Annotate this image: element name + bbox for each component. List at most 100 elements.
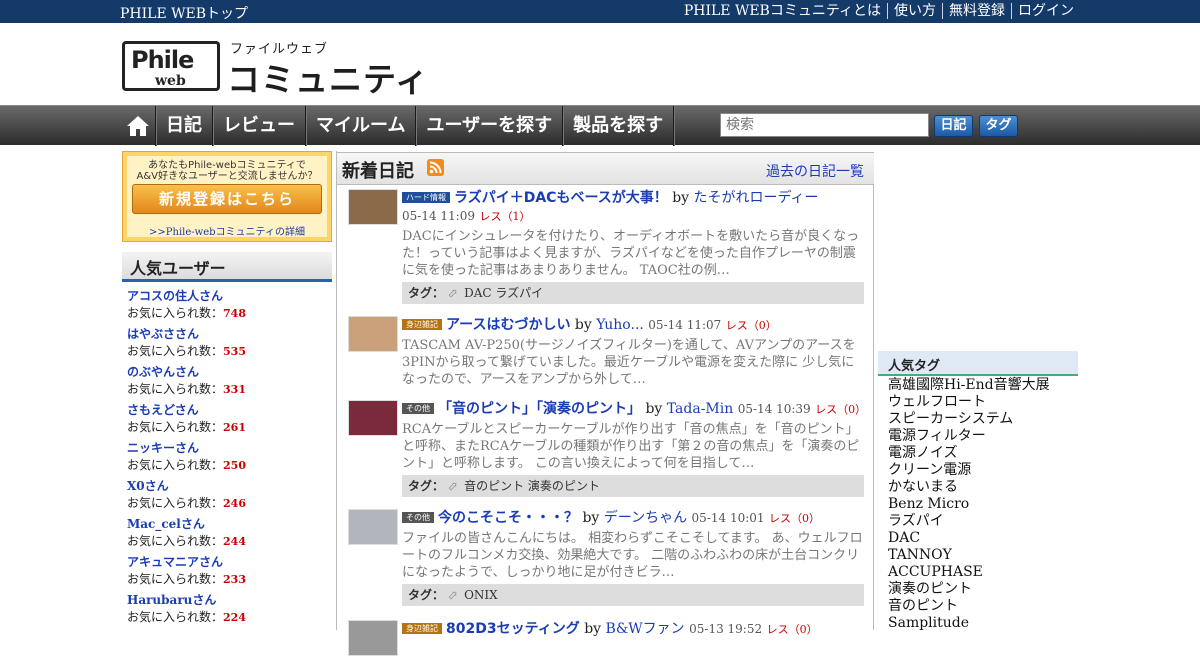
popular-tag-link[interactable]: ACCUPHASE [888,564,1050,581]
popular-tag-link[interactable]: TANNOY [888,547,1050,564]
user-item: Harubaruさん お気に入られ数：224 [122,592,332,630]
entry-title-link[interactable]: ラズパイ＋DACもベースが大事！ [454,190,668,206]
search-tag-button[interactable]: タグ [979,115,1018,137]
popular-tag-link[interactable]: クリーン電源 [888,462,1050,479]
promo-text-1: あなたもPhile-webコミュニティで [148,160,306,171]
entry-title-link[interactable]: 今のこそこそ・・・？ [438,510,578,526]
by-label: by [672,190,690,206]
tag-icon: ⬀ [448,286,459,300]
user-fav-count: お気に入られ数：331 [127,382,246,396]
search-input[interactable] [720,113,929,137]
nav-find-products[interactable]: 製品を探す [563,106,675,146]
nav-diary[interactable]: 日記 [156,106,213,146]
entry-author-link[interactable]: デーンちゃん [604,510,687,526]
how-to-use-link[interactable]: 使い方 [887,3,942,19]
user-name-link[interactable]: アキュマニアさん [127,554,332,571]
popular-tag-link[interactable]: 演奏のピント [888,581,1050,598]
site-logo[interactable]: Phile web ファイルウェブ コミュニティ [122,38,442,99]
left-sidebar: あなたもPhile-webコミュニティで A&V好きなユーザーと交流しませんか？… [122,151,332,630]
login-link[interactable]: ログイン [1011,3,1080,19]
entry-author-link[interactable]: Tada-Min [667,401,733,417]
by-label: by [574,317,592,333]
entry-author-link[interactable]: Yuho... [596,317,644,333]
header: Phile web ファイルウェブ コミュニティ [0,23,1200,105]
user-item: アコスの住人さん お気に入られ数：748 [122,288,332,326]
popular-tags-title: 人気タグ [878,351,1078,376]
entry-thumbnail[interactable] [348,620,398,656]
popular-tag-link[interactable]: 電源ノイズ [888,445,1050,462]
user-fav-count: お気に入られ数：233 [127,572,246,586]
popular-tag-link[interactable]: Benz Micro [888,496,1050,513]
category-badge: ハード情報 [402,192,450,203]
entry-author-link[interactable]: B&Wファン [606,621,685,637]
category-badge: 身辺雑記 [402,623,442,634]
entry-reply-count[interactable]: レス（1） [479,210,530,223]
entry-date: 05-14 11:09 [402,209,475,223]
user-name-link[interactable]: Harubaruさん [127,592,332,609]
popular-tag-link[interactable]: 高雄國際Hi-End音響大展 [888,377,1050,394]
entry-date: 05-14 11:07 [648,318,722,332]
popular-tag-link[interactable]: DAC [888,530,1050,547]
user-name-link[interactable]: のぶやんさん [127,364,332,381]
nav-myroom[interactable]: マイルーム [306,106,417,146]
popular-tag-link[interactable]: かないまる [888,479,1050,496]
entry-author-link[interactable]: たそがれローディー [694,190,819,206]
entry-excerpt: DACにインシュレータを付けたり、オーディオボートを敷いたら音が良くなった！って… [402,229,860,278]
user-fav-count: お気に入られ数：748 [127,306,246,320]
category-badge: その他 [402,403,434,414]
promo-text-2: A&V好きなユーザーと交流しませんか？ [136,171,318,182]
entry-excerpt: RCAケーブルとスピーカーケーブルが作り出す「音の焦点」を「音のピント」と呼称、… [402,422,860,471]
popular-users: 人気ユーザー アコスの住人さん お気に入られ数：748 はやぶささん お気に入られ数：… [122,252,332,630]
user-item: アキュマニアさん お気に入られ数：233 [122,554,332,592]
entry-title-link[interactable]: 「音のピント」「演奏のピント」 [438,401,641,417]
entry-reply-count[interactable]: レス（0） [815,403,864,416]
entry-date: 05-13 19:52 [689,622,763,636]
by-label: by [584,621,602,637]
nav-find-users[interactable]: ユーザーを探す [416,106,564,146]
community-detail-link[interactable]: >>Phile-webコミュニティの詳細 [127,223,327,238]
entry-thumbnail[interactable] [348,400,398,436]
nav-review[interactable]: レビュー [213,106,306,146]
user-name-link[interactable]: さもえどさん [127,402,332,419]
user-name-link[interactable]: アコスの住人さん [127,288,332,305]
entry-reply-count[interactable]: レス（0） [726,319,777,332]
past-diaries-link[interactable]: 過去の日記一覧 [766,161,864,181]
rss-icon[interactable] [427,159,444,176]
user-name-link[interactable]: ニッキーさん [127,440,332,457]
user-item: はやぶささん お気に入られ数：535 [122,326,332,364]
entry-reply-count[interactable]: レス（0） [769,512,820,525]
free-register-link[interactable]: 無料登録 [942,3,1011,19]
popular-tag-link[interactable]: Samplitude [888,615,1050,632]
entry-title-link[interactable]: 802D3セッティング [446,621,580,637]
popular-tag-link[interactable]: スピーカーシステム [888,411,1050,428]
user-fav-count: お気に入られ数：224 [127,610,246,624]
by-label: by [645,401,663,417]
user-name-link[interactable]: X0さん [127,478,332,495]
entry-tags: タグ： ⬀ ONIX [402,584,864,606]
entry-tag-links[interactable]: DAC ラズパイ [464,286,543,300]
user-name-link[interactable]: はやぶささん [127,326,332,343]
category-badge: 身辺雑記 [402,319,442,330]
user-fav-count: お気に入られ数：246 [127,496,246,510]
entry-thumbnail[interactable] [348,189,398,225]
category-badge: その他 [402,512,434,523]
popular-tag-link[interactable]: ラズパイ [888,513,1050,530]
popular-tag-link[interactable]: 音のピント [888,598,1050,615]
entry-date: 05-14 10:01 [691,511,765,525]
user-name-link[interactable]: Mac_celさん [127,516,332,533]
entry-tag-links[interactable]: 音のピント 演奏のピント [464,479,600,493]
about-community-link[interactable]: PHILE WEBコミュニティとは [678,3,887,19]
tag-icon: ⬀ [448,479,459,493]
user-fav-count: お気に入られ数：261 [127,420,246,434]
phile-web-top-link[interactable]: PHILE WEBトップ [120,3,248,23]
home-icon[interactable] [120,106,156,146]
entry-thumbnail[interactable] [348,316,398,352]
tag-icon: ⬀ [448,588,459,602]
entry-title-link[interactable]: アースはむづかしい [446,317,570,333]
popular-tag-link[interactable]: 電源フィルター [888,428,1050,445]
search-diary-button[interactable]: 日記 [934,115,973,137]
register-button[interactable]: 新規登録はこちら [132,184,322,214]
popular-tag-link[interactable]: ウェルフロート [888,394,1050,411]
entry-tag-links[interactable]: ONIX [464,588,498,602]
entry-thumbnail[interactable] [348,509,398,545]
